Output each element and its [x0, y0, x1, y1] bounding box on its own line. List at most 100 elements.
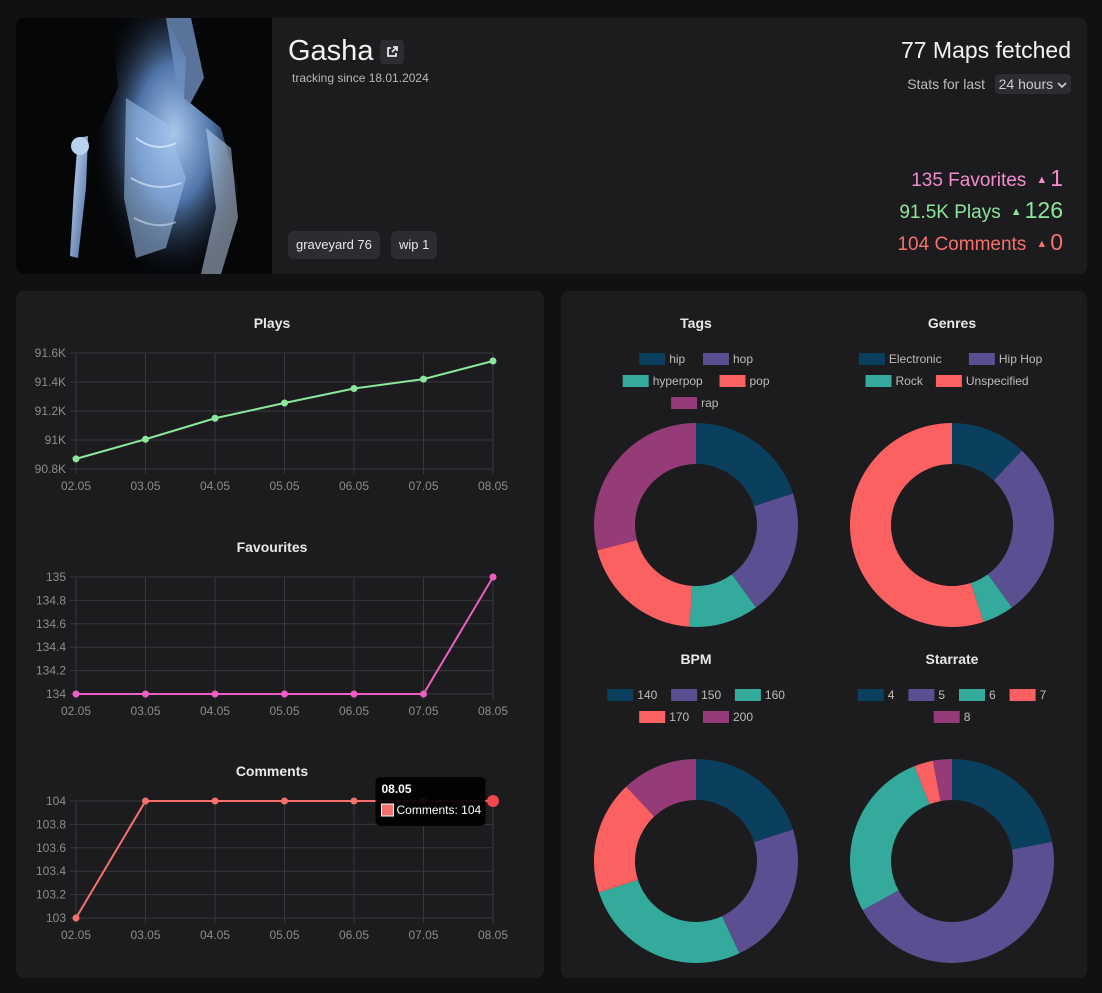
legend-label: 160	[765, 688, 785, 702]
data-point	[142, 435, 149, 443]
period-select-value: 24 hours	[998, 76, 1054, 92]
x-tick-label: 03.05	[130, 928, 160, 942]
external-link-button[interactable]	[380, 40, 404, 64]
data-point	[350, 797, 358, 805]
doughnut-slice	[598, 879, 740, 963]
chart-legend: Electronic Hip Hop Rock Unspecified	[858, 352, 1043, 388]
data-point	[72, 914, 80, 922]
chart-title: Tags	[680, 315, 712, 331]
legend-swatch	[622, 375, 649, 387]
data-point	[350, 690, 358, 698]
y-tick-label: 104	[46, 794, 66, 808]
y-tick-label: 134.2	[36, 664, 66, 678]
x-tick-label: 03.05	[130, 479, 160, 493]
legend-label: Electronic	[889, 352, 942, 366]
legend-label: 150	[701, 688, 721, 702]
legend-item: 150	[671, 688, 721, 702]
line-chart-plays: Plays 02.05 03.05 04.05 05.05 06.05 07.05 08.05…	[35, 315, 509, 493]
maps-fetched: 77 Maps fetched	[900, 37, 1071, 63]
x-tick-label: 07.05	[408, 928, 438, 942]
legend-swatch	[1009, 689, 1036, 701]
line-charts: Plays 02.05 03.05 04.05 05.05 06.05 07.05 08.05…	[35, 315, 509, 942]
x-tick-label: 04.05	[200, 704, 230, 718]
legend-swatch	[968, 353, 995, 365]
x-tick-label: 05.05	[269, 928, 299, 942]
legend-swatch	[639, 353, 666, 365]
chart-legend: hip hop hyperpop pop rap	[622, 352, 770, 410]
legend-item: hop	[703, 352, 753, 366]
legend-item: 160	[734, 688, 785, 702]
doughnut-slice	[952, 759, 1053, 850]
legend-item: 6	[959, 688, 996, 702]
x-tick-label: 06.05	[339, 479, 369, 493]
data-point	[350, 385, 358, 393]
stat-favorites-label: 135 Favorites	[911, 170, 1027, 191]
chart-title: Favourites	[237, 539, 308, 555]
legend-swatch	[671, 397, 698, 409]
data-point	[142, 797, 149, 805]
x-tick-label: 02.05	[61, 928, 91, 942]
line-charts-card: Plays 02.05 03.05 04.05 05.05 06.05 07.05 08.05…	[16, 291, 544, 978]
stat-favorites: 135 Favorites ▲ 1	[911, 165, 1063, 192]
y-tick-label: 91.6K	[35, 346, 66, 360]
y-tick-label: 103.4	[36, 864, 66, 878]
stat-plays-label: 91.5K Plays	[899, 202, 1001, 223]
chart-title: Comments	[236, 763, 309, 779]
data-point	[211, 414, 219, 422]
x-tick-label: 05.05	[269, 479, 299, 493]
chart-legend: 140 150 160 170 200	[607, 688, 785, 724]
legend-item: rap	[671, 396, 719, 410]
legend-item: Hip Hop	[968, 352, 1043, 366]
doughnut-slice	[721, 829, 798, 954]
legend-label: Unspecified	[966, 374, 1029, 388]
data-point	[72, 455, 80, 463]
legend-item: Unspecified	[935, 374, 1029, 388]
x-tick-label: 06.05	[339, 928, 369, 942]
tooltip-swatch	[381, 803, 394, 817]
stat-plays: 91.5K Plays ▲ 126	[899, 197, 1063, 224]
tracking-since: tracking since 18.01.2024	[292, 71, 429, 85]
data-point	[281, 797, 288, 805]
doughnut-chart-bpm: BPM 140 150 160 170 200	[594, 651, 798, 963]
legend-swatch	[734, 689, 761, 701]
legend-swatch	[959, 689, 985, 701]
legend-item: 8	[933, 710, 971, 724]
period-select[interactable]: 24 hours	[994, 74, 1071, 94]
legend-swatch	[933, 711, 960, 723]
legend-swatch	[857, 689, 884, 701]
y-tick-label: 91K	[45, 433, 66, 447]
stat-comments-delta: 0	[1050, 229, 1063, 255]
legend-swatch	[639, 711, 666, 723]
doughnut-slice	[594, 423, 696, 551]
y-tick-label: 134	[46, 687, 66, 701]
data-point	[489, 357, 497, 365]
external-link-icon	[387, 46, 398, 57]
stats-period-label: Stats for last	[907, 76, 985, 92]
avatar	[16, 18, 272, 274]
x-tick-label: 08.05	[478, 479, 508, 493]
doughnut-slice	[696, 423, 794, 507]
chart-tooltip: 08.05 Comments: 104	[375, 777, 486, 826]
doughnut-slice	[862, 841, 1054, 964]
y-tick-label: 134.6	[36, 617, 66, 631]
y-tick-label: 134.8	[36, 593, 66, 607]
doughnut-chart-genres: Genres Electronic Hip Hop Rock Unspecified	[850, 315, 1054, 627]
legend-label: 140	[637, 688, 657, 702]
legend-item: hip	[639, 352, 686, 366]
legend-item: hyperpop	[622, 374, 703, 388]
x-tick-label: 06.05	[339, 704, 369, 718]
chart-title: Genres	[928, 315, 976, 331]
legend-swatch	[858, 353, 885, 365]
increase-icon: ▲	[1036, 174, 1048, 186]
legend-item: pop	[719, 374, 770, 388]
chart-title: Plays	[254, 315, 291, 331]
y-tick-label: 103.8	[36, 817, 66, 831]
data-point	[142, 690, 149, 698]
y-tick-label: 103	[46, 911, 66, 925]
line-chart-favourites: Favourites 02.05 03.05 04.05 05.05 06.05 07.05…	[36, 539, 508, 718]
legend-swatch	[865, 375, 892, 387]
data-point	[487, 795, 499, 807]
doughnut-charts: Tags hip hop hyperpop pop rap Genres Electronic…	[594, 315, 1054, 964]
data-point	[72, 690, 80, 698]
legend-item: Rock	[865, 374, 924, 388]
